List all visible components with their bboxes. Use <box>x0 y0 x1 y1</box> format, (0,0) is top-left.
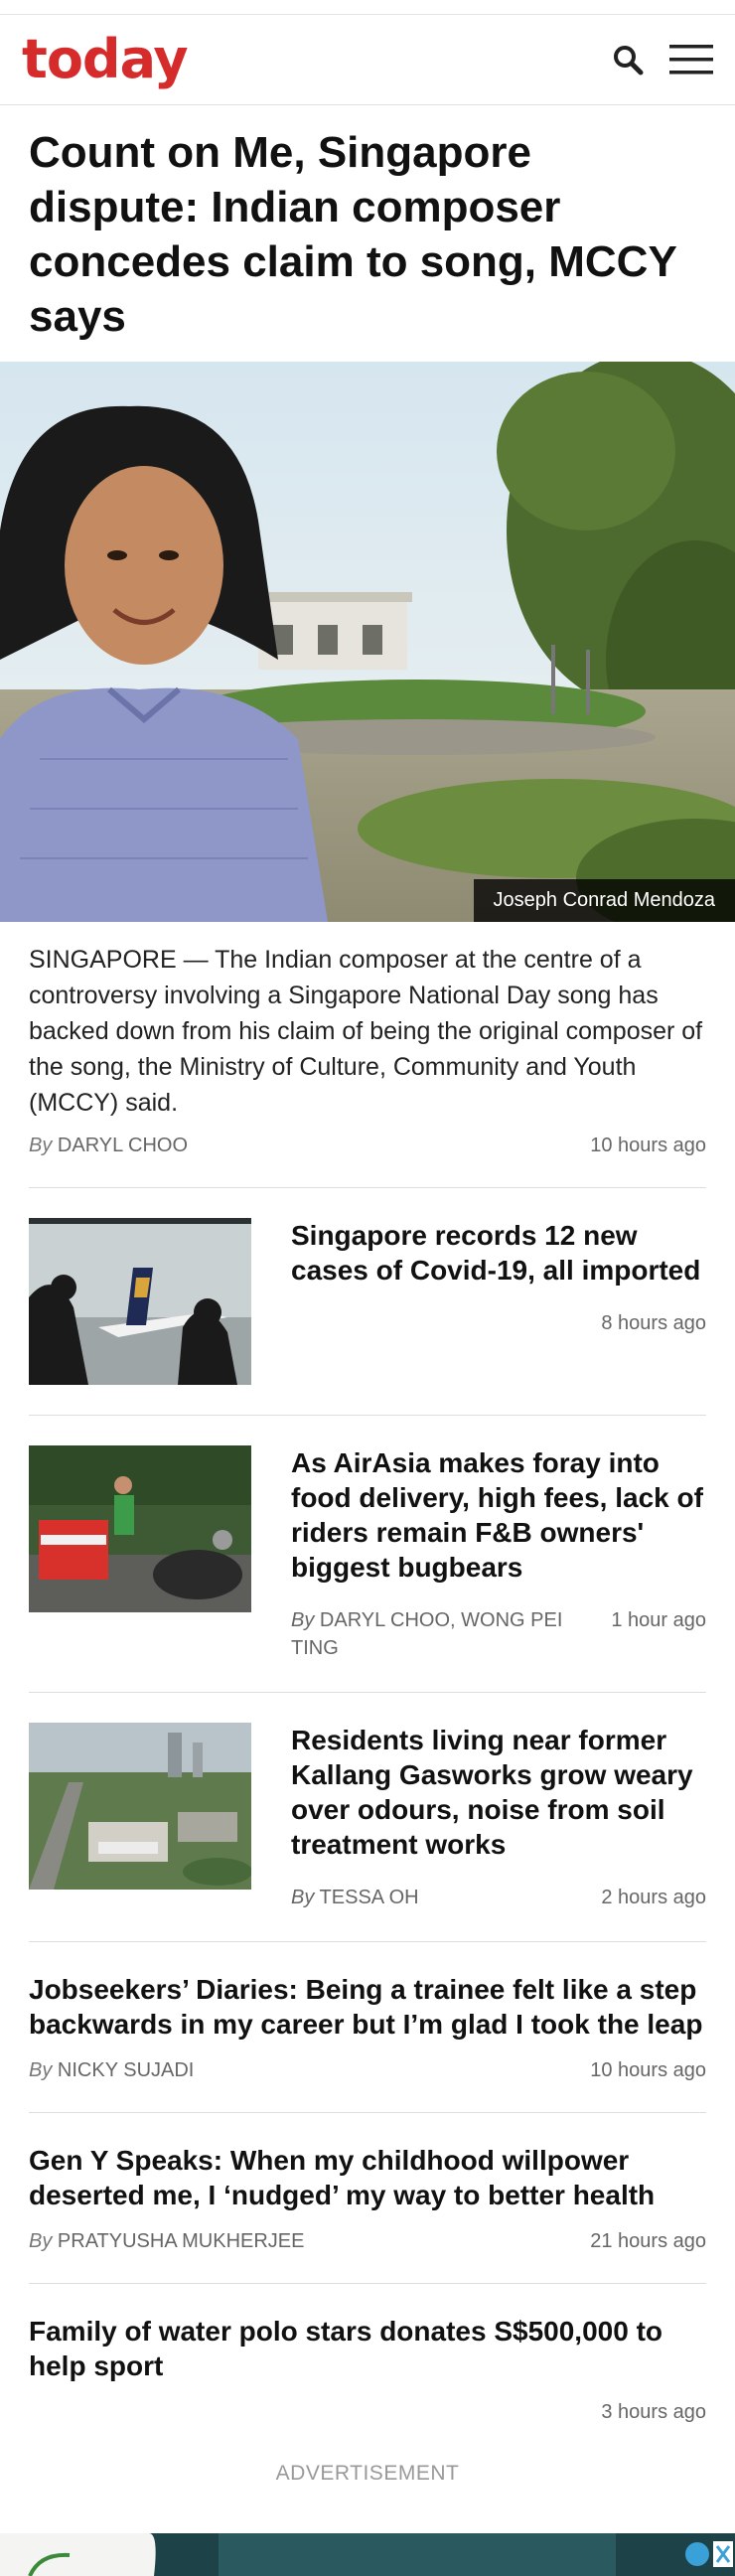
story-meta: 3 hours ago <box>29 2401 706 2424</box>
story-body: As AirAsia makes foray into food deliver… <box>291 1445 706 1662</box>
timestamp: 21 hours ago <box>590 2230 706 2252</box>
timestamp: 10 hours ago <box>590 2059 706 2081</box>
byline: By DARYL CHOO <box>29 1135 188 1157</box>
divider <box>29 2283 706 2284</box>
wide-story[interactable]: Family of water polo stars donates S$500… <box>0 2314 735 2424</box>
story-meta: By NICKY SUJADI 10 hours ago <box>29 2059 706 2082</box>
story-title[interactable]: Singapore records 12 new cases of Covid-… <box>291 1218 706 1288</box>
author-link[interactable]: PRATYUSHA MUKHERJEE <box>58 2230 305 2252</box>
advertisement-label: ADVERTISEMENT <box>275 2462 460 2485</box>
divider <box>29 1692 706 1693</box>
story-meta: By PRATYUSHA MUKHERJEE 21 hours ago <box>29 2230 706 2253</box>
by-label: By <box>29 2059 53 2081</box>
story-meta: By TESSA OH 2 hours ago <box>291 1884 706 1911</box>
author-link[interactable]: TESSA OH <box>320 1887 419 1908</box>
story-meta: 8 hours ago <box>291 1309 706 1337</box>
today-logo[interactable]: today <box>22 33 189 86</box>
divider <box>29 1941 706 1942</box>
story-title[interactable]: As AirAsia makes foray into food deliver… <box>291 1445 706 1585</box>
story-thumbnail[interactable] <box>29 1723 251 1890</box>
timestamp: 3 hours ago <box>601 2401 706 2423</box>
article-lede: SINGAPORE — The Indian composer at the c… <box>29 946 703 1117</box>
wide-story[interactable]: Jobseekers’ Diaries: Being a trainee fel… <box>0 1972 735 2082</box>
story-card[interactable]: As AirAsia makes foray into food deliver… <box>29 1445 706 1662</box>
article-headline[interactable]: Count on Me, Singapore dispute: Indian c… <box>29 125 706 344</box>
site-header: today <box>0 15 735 105</box>
story-title[interactable]: Gen Y Speaks: When my childhood willpowe… <box>29 2143 706 2212</box>
article-meta: By DARYL CHOO 10 hours ago <box>29 1135 706 1157</box>
story-thumbnail[interactable] <box>29 1218 251 1385</box>
header-actions <box>612 44 713 76</box>
story-title[interactable]: Jobseekers’ Diaries: Being a trainee fel… <box>29 1972 706 2042</box>
hero-image[interactable]: Joseph Conrad Mendoza <box>0 362 735 922</box>
byline: By NICKY SUJADI <box>29 2059 194 2082</box>
story-meta: By DARYL CHOO, WONG PEI TING 1 hour ago <box>291 1606 706 1662</box>
timestamp: 10 hours ago <box>590 1135 706 1156</box>
story-body: Singapore records 12 new cases of Covid-… <box>291 1218 706 1385</box>
author-link[interactable]: DARYL CHOO <box>58 1135 188 1156</box>
byline: By PRATYUSHA MUKHERJEE <box>29 2230 304 2253</box>
wide-story[interactable]: Gen Y Speaks: When my childhood willpowe… <box>0 2143 735 2253</box>
story-title[interactable]: Residents living near former Kallang Gas… <box>291 1723 706 1862</box>
timestamp: 2 hours ago <box>601 1887 706 1908</box>
timestamp: 1 hour ago <box>611 1609 706 1631</box>
photo-credit: Joseph Conrad Mendoza <box>473 879 735 922</box>
advertisement-banner[interactable] <box>0 2533 735 2576</box>
by-label: By <box>291 1609 315 1631</box>
by-label: By <box>29 2230 53 2252</box>
by-label: By <box>291 1887 315 1908</box>
story-card[interactable]: Residents living near former Kallang Gas… <box>29 1723 706 1911</box>
byline: By TESSA OH <box>291 1884 419 1911</box>
byline: By DARYL CHOO, WONG PEI TING <box>291 1606 595 1662</box>
story-thumbnail[interactable] <box>29 1445 251 1612</box>
divider <box>29 1187 706 1188</box>
divider <box>29 1415 706 1416</box>
hamburger-menu-icon[interactable] <box>669 45 713 75</box>
story-body: Residents living near former Kallang Gas… <box>291 1723 706 1911</box>
story-title[interactable]: Family of water polo stars donates S$500… <box>29 2314 706 2383</box>
author-link[interactable]: DARYL CHOO, WONG PEI TING <box>291 1609 562 1659</box>
top-band <box>0 0 735 15</box>
by-label: By <box>29 1135 53 1156</box>
divider <box>29 2112 706 2113</box>
timestamp: 8 hours ago <box>601 1312 706 1334</box>
story-card[interactable]: Singapore records 12 new cases of Covid-… <box>29 1218 706 1385</box>
search-icon[interactable] <box>612 44 644 76</box>
author-link[interactable]: NICKY SUJADI <box>58 2059 194 2081</box>
